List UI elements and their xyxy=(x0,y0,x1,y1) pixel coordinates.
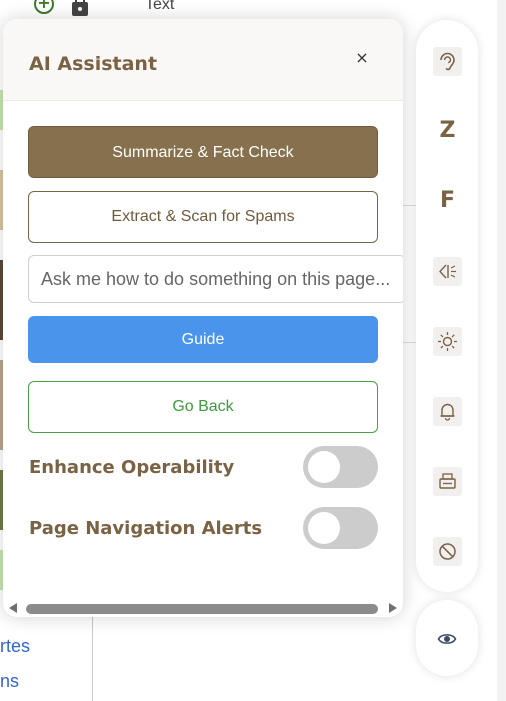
guide-button[interactable]: Guide xyxy=(28,316,378,363)
background-text-label: Text xyxy=(145,0,175,13)
background-scroll-track xyxy=(497,0,506,701)
background-column-divider xyxy=(92,610,93,701)
background-icon-group: + xyxy=(34,0,94,20)
enhance-operability-toggle[interactable] xyxy=(303,446,378,488)
panel-title: AI Assistant xyxy=(29,53,158,75)
extract-scan-spams-button[interactable]: Extract & Scan for Spams xyxy=(28,191,378,243)
background-link[interactable]: ns xyxy=(0,671,19,692)
panel-header: AI Assistant × xyxy=(3,19,403,101)
page-navigation-alerts-toggle[interactable] xyxy=(303,507,378,549)
brightness-icon[interactable] xyxy=(433,327,462,356)
lock-icon[interactable] xyxy=(70,0,90,16)
add-circle-icon[interactable]: + xyxy=(34,0,54,14)
background-divider xyxy=(403,205,417,206)
speaker-icon[interactable] xyxy=(433,257,462,286)
ai-assistant-panel: AI Assistant × Summarize & Fact Check Ex… xyxy=(3,19,403,617)
background-link[interactable]: rtes xyxy=(0,636,30,657)
go-back-button[interactable]: Go Back xyxy=(28,381,378,433)
enhance-operability-label: Enhance Operability xyxy=(29,457,235,478)
scroll-right-arrow-icon[interactable] xyxy=(389,603,397,613)
ask-input[interactable] xyxy=(28,255,403,303)
toggle-knob xyxy=(308,451,340,483)
summarize-fact-check-button[interactable]: Summarize & Fact Check xyxy=(28,126,378,178)
background-divider xyxy=(403,342,417,343)
scrollbar-thumb[interactable] xyxy=(26,604,378,614)
accessibility-toolbar: Z F xyxy=(416,20,478,592)
page-navigation-alerts-label: Page Navigation Alerts xyxy=(29,518,263,539)
close-button[interactable]: × xyxy=(352,48,372,68)
ear-icon[interactable] xyxy=(433,47,462,76)
font-letter-button[interactable]: F xyxy=(433,186,462,215)
print-icon[interactable] xyxy=(433,467,462,496)
bell-icon[interactable] xyxy=(433,397,462,426)
eye-icon[interactable] xyxy=(416,600,478,676)
horizontal-scrollbar[interactable] xyxy=(3,599,403,617)
zoom-letter-button[interactable]: Z xyxy=(433,116,462,145)
scroll-left-arrow-icon[interactable] xyxy=(9,603,17,613)
toggle-knob xyxy=(308,512,340,544)
block-icon[interactable] xyxy=(433,537,462,566)
